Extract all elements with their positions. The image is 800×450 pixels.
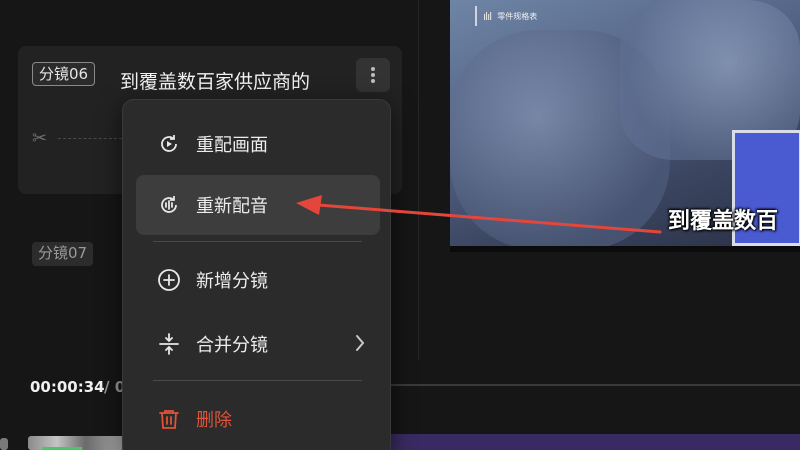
menu-item-add-scene[interactable]: 新增分镜 [136, 250, 380, 310]
menu-item-label: 新增分镜 [196, 271, 268, 292]
timeline-ruler [390, 384, 800, 386]
menu-item-redub[interactable]: 重新配音 [136, 175, 380, 235]
more-options-button[interactable] [356, 58, 390, 92]
scissors-icon[interactable]: ✂ [32, 128, 47, 149]
menu-divider [153, 380, 362, 381]
merge-icon [156, 331, 182, 357]
preview-bottom-bar [450, 246, 800, 252]
split-line [58, 138, 122, 139]
menu-item-label: 重新配音 [196, 196, 268, 217]
panel-divider [418, 0, 419, 360]
scene-tag-07[interactable]: 分镜07 [32, 242, 94, 266]
redub-audio-icon [156, 192, 182, 218]
waveform-icon: ılıl [483, 9, 492, 23]
trash-icon [156, 406, 182, 432]
preview-logo: ılıl 零件规格表 [475, 6, 537, 26]
timeline-clip-thumbnail[interactable] [28, 436, 124, 450]
timeline-clip[interactable] [0, 438, 8, 450]
menu-item-label: 重配画面 [196, 135, 268, 156]
redraw-scene-icon [156, 131, 182, 157]
chevron-right-icon [354, 334, 366, 356]
add-circle-icon [156, 267, 182, 293]
timeline-audio-track[interactable] [390, 434, 800, 450]
menu-item-label: 删除 [196, 410, 232, 431]
menu-item-merge-scene[interactable]: 合并分镜 [136, 314, 380, 374]
preview-subtitle: 到覆盖数百 [668, 209, 779, 234]
menu-divider [153, 241, 362, 242]
context-menu: 重配画面 重新配音 新增分镜 合并分镜 删除 [122, 99, 391, 450]
current-time: 00:00:34 [30, 378, 105, 396]
menu-item-label: 合并分镜 [196, 335, 268, 356]
menu-item-redraw-scene[interactable]: 重配画面 [136, 114, 380, 174]
preview-logo-text: 零件规格表 [497, 11, 538, 21]
video-preview[interactable]: ılıl 零件规格表 到覆盖数百 [450, 0, 800, 246]
scene-tag: 分镜06 [32, 62, 96, 86]
menu-item-delete[interactable]: 删除 [136, 389, 380, 449]
